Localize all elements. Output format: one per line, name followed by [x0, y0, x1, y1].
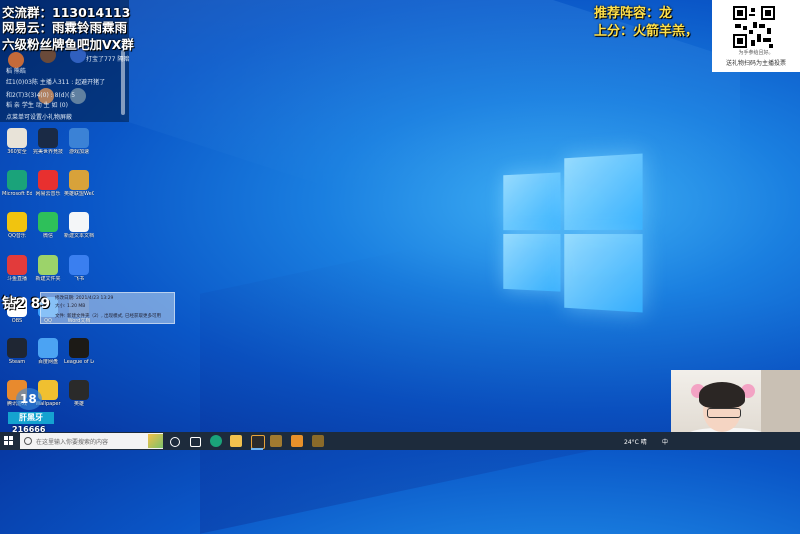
diamond-count: 钻2 89	[2, 293, 50, 313]
logo-pane	[564, 154, 642, 230]
desktop-icon-label: 英雄	[64, 401, 94, 407]
desktop-icon-label: 新建文件夹	[33, 276, 63, 282]
desktop-icon[interactable]: 百度网盘	[33, 338, 63, 365]
app-icon	[38, 212, 58, 232]
desktop-icon-label: 游戏加速	[64, 149, 94, 155]
desktop-icon-label: OBS	[2, 318, 32, 324]
chat-message: 点菜单可设置小礼物屏蔽	[6, 112, 72, 121]
desktop-icon-label: 360安全	[2, 149, 32, 155]
tooltip-files: 文件: 新建文件夹（2）, 出现模式, 已经获取更多可用	[55, 313, 161, 319]
search-icon	[24, 437, 32, 445]
task-view-icon[interactable]	[190, 437, 201, 447]
fan-badge-label: 肝黑牙	[8, 412, 54, 424]
app-icon	[69, 380, 89, 400]
rank-up-text: 上分：火箭羊羔，	[594, 20, 698, 39]
taskbar: 在这里输入你要搜索的内容 24°C 晴 中	[0, 432, 800, 450]
desktop-icon-label: 飞书	[64, 276, 94, 282]
desktop-icon[interactable]: 游戏加速	[64, 128, 94, 155]
app-icon	[69, 212, 89, 232]
desktop-icon-label: 英雄联盟WeGame	[64, 191, 94, 197]
windows-logo	[503, 154, 642, 313]
app-icon	[7, 212, 27, 232]
app-icon	[69, 255, 89, 275]
tooltip-date: 修改日期: 2021/4/23 13:29	[55, 295, 113, 301]
desktop-icon-label: 斗鱼直播	[2, 276, 32, 282]
app-icon	[38, 255, 58, 275]
chat-scrollbar[interactable]	[121, 50, 125, 115]
weather-widget[interactable]: 24°C 晴	[624, 437, 647, 446]
desktop-icon-label: 微信	[33, 233, 63, 239]
desktop-icon[interactable]: 英雄	[64, 380, 94, 407]
chat-message: 和2(T)3(3)4(0) : 8(d)( 5	[6, 90, 75, 99]
app-icon	[38, 128, 58, 148]
logo-pane	[503, 172, 560, 230]
desktop-icon[interactable]: League of Legends	[64, 338, 94, 365]
desktop-icon[interactable]: 英雄联盟WeGame	[64, 170, 94, 197]
app-icon	[38, 338, 58, 358]
taskbar-search-box[interactable]: 在这里输入你要搜索的内容	[20, 433, 163, 449]
qr-panel: 为手参给且好。 送礼物扫码为主播投票	[712, 0, 800, 72]
logo-pane	[503, 234, 560, 292]
desktop-icon-label: 百度网盘	[33, 359, 63, 365]
desktop-icon-label: QQ音乐	[2, 233, 32, 239]
desktop-icon[interactable]: 飞书	[64, 255, 94, 282]
webcam-person-hair	[699, 382, 745, 408]
input-language[interactable]: 中	[662, 437, 668, 446]
edge-icon[interactable]	[210, 435, 222, 447]
game-client-icon[interactable]	[312, 435, 324, 447]
cortana-icon[interactable]	[170, 437, 180, 447]
logo-pane	[564, 234, 642, 312]
recommended-lineup-text: 推荐阵容：龙	[594, 2, 672, 21]
qr-code-icon	[733, 6, 775, 48]
app-icon	[69, 338, 89, 358]
desktop-icon-label: Microsoft Edge	[2, 191, 32, 197]
app-icon	[7, 255, 27, 275]
app-icon	[7, 128, 27, 148]
desktop-icon-label: 网易云音乐	[33, 191, 63, 197]
desktop-icon[interactable]: 新建文件夹	[33, 255, 63, 282]
desktop-icon[interactable]: 微信	[33, 212, 63, 239]
app-icon	[7, 170, 27, 190]
desktop-icon[interactable]: Steam	[2, 338, 32, 365]
glasses	[707, 408, 741, 418]
app-icon	[69, 170, 89, 190]
tooltip-size: 大小: 1.20 MB	[55, 303, 85, 309]
app-icon	[38, 170, 58, 190]
desktop-icon-label: League of Legends	[64, 359, 94, 365]
app-icon	[69, 128, 89, 148]
search-highlight-art	[148, 434, 163, 448]
desktop-icon-label: 新建文本文档	[64, 233, 94, 239]
chat-message: 稻 熊皓	[6, 66, 26, 75]
folder-app-icon[interactable]	[291, 435, 303, 447]
desktop-icon[interactable]: 网易云音乐	[33, 170, 63, 197]
desktop-icon[interactable]: 360安全	[2, 128, 32, 155]
desktop-icon[interactable]: 新建文本文档	[64, 212, 94, 239]
wallpaper-light-beam	[120, 0, 740, 321]
desktop-icon-label: 完美世界竞技平台	[33, 149, 63, 155]
lol-icon[interactable]	[270, 435, 282, 447]
desktop-icon-label: Steam	[2, 359, 32, 365]
search-placeholder: 在这里输入你要搜索的内容	[36, 437, 108, 446]
qr-caption: 为手参给且好。	[712, 49, 800, 56]
desktop-icon[interactable]: 完美世界竞技平台	[33, 128, 63, 155]
wallpaper-shadow-beam	[200, 166, 800, 534]
chat-message: 红1(0)03陈 主播人311 : 起避开猪了	[6, 77, 105, 86]
desktop-icon[interactable]: 斗鱼直播	[2, 255, 32, 282]
qr-caption-vote: 送礼物扫码为主播投票	[712, 58, 800, 67]
level-number: 18	[20, 392, 37, 406]
file-tooltip: 修改日期: 2021/4/23 13:29 大小: 1.20 MB 文件: 新建…	[40, 292, 175, 324]
app-icon	[7, 338, 27, 358]
desktop-icon[interactable]: Microsoft Edge	[2, 170, 32, 197]
file-explorer-icon[interactable]	[230, 435, 242, 447]
chat-message: 稻 亲 学生 动 生 如 (0)	[6, 100, 68, 109]
start-button[interactable]	[4, 436, 14, 446]
desktop-icon[interactable]: QQ音乐	[2, 212, 32, 239]
overlay-fans-line: 六级粉丝牌鱼吧加VX群	[2, 34, 134, 53]
wegame-icon[interactable]	[251, 435, 265, 449]
